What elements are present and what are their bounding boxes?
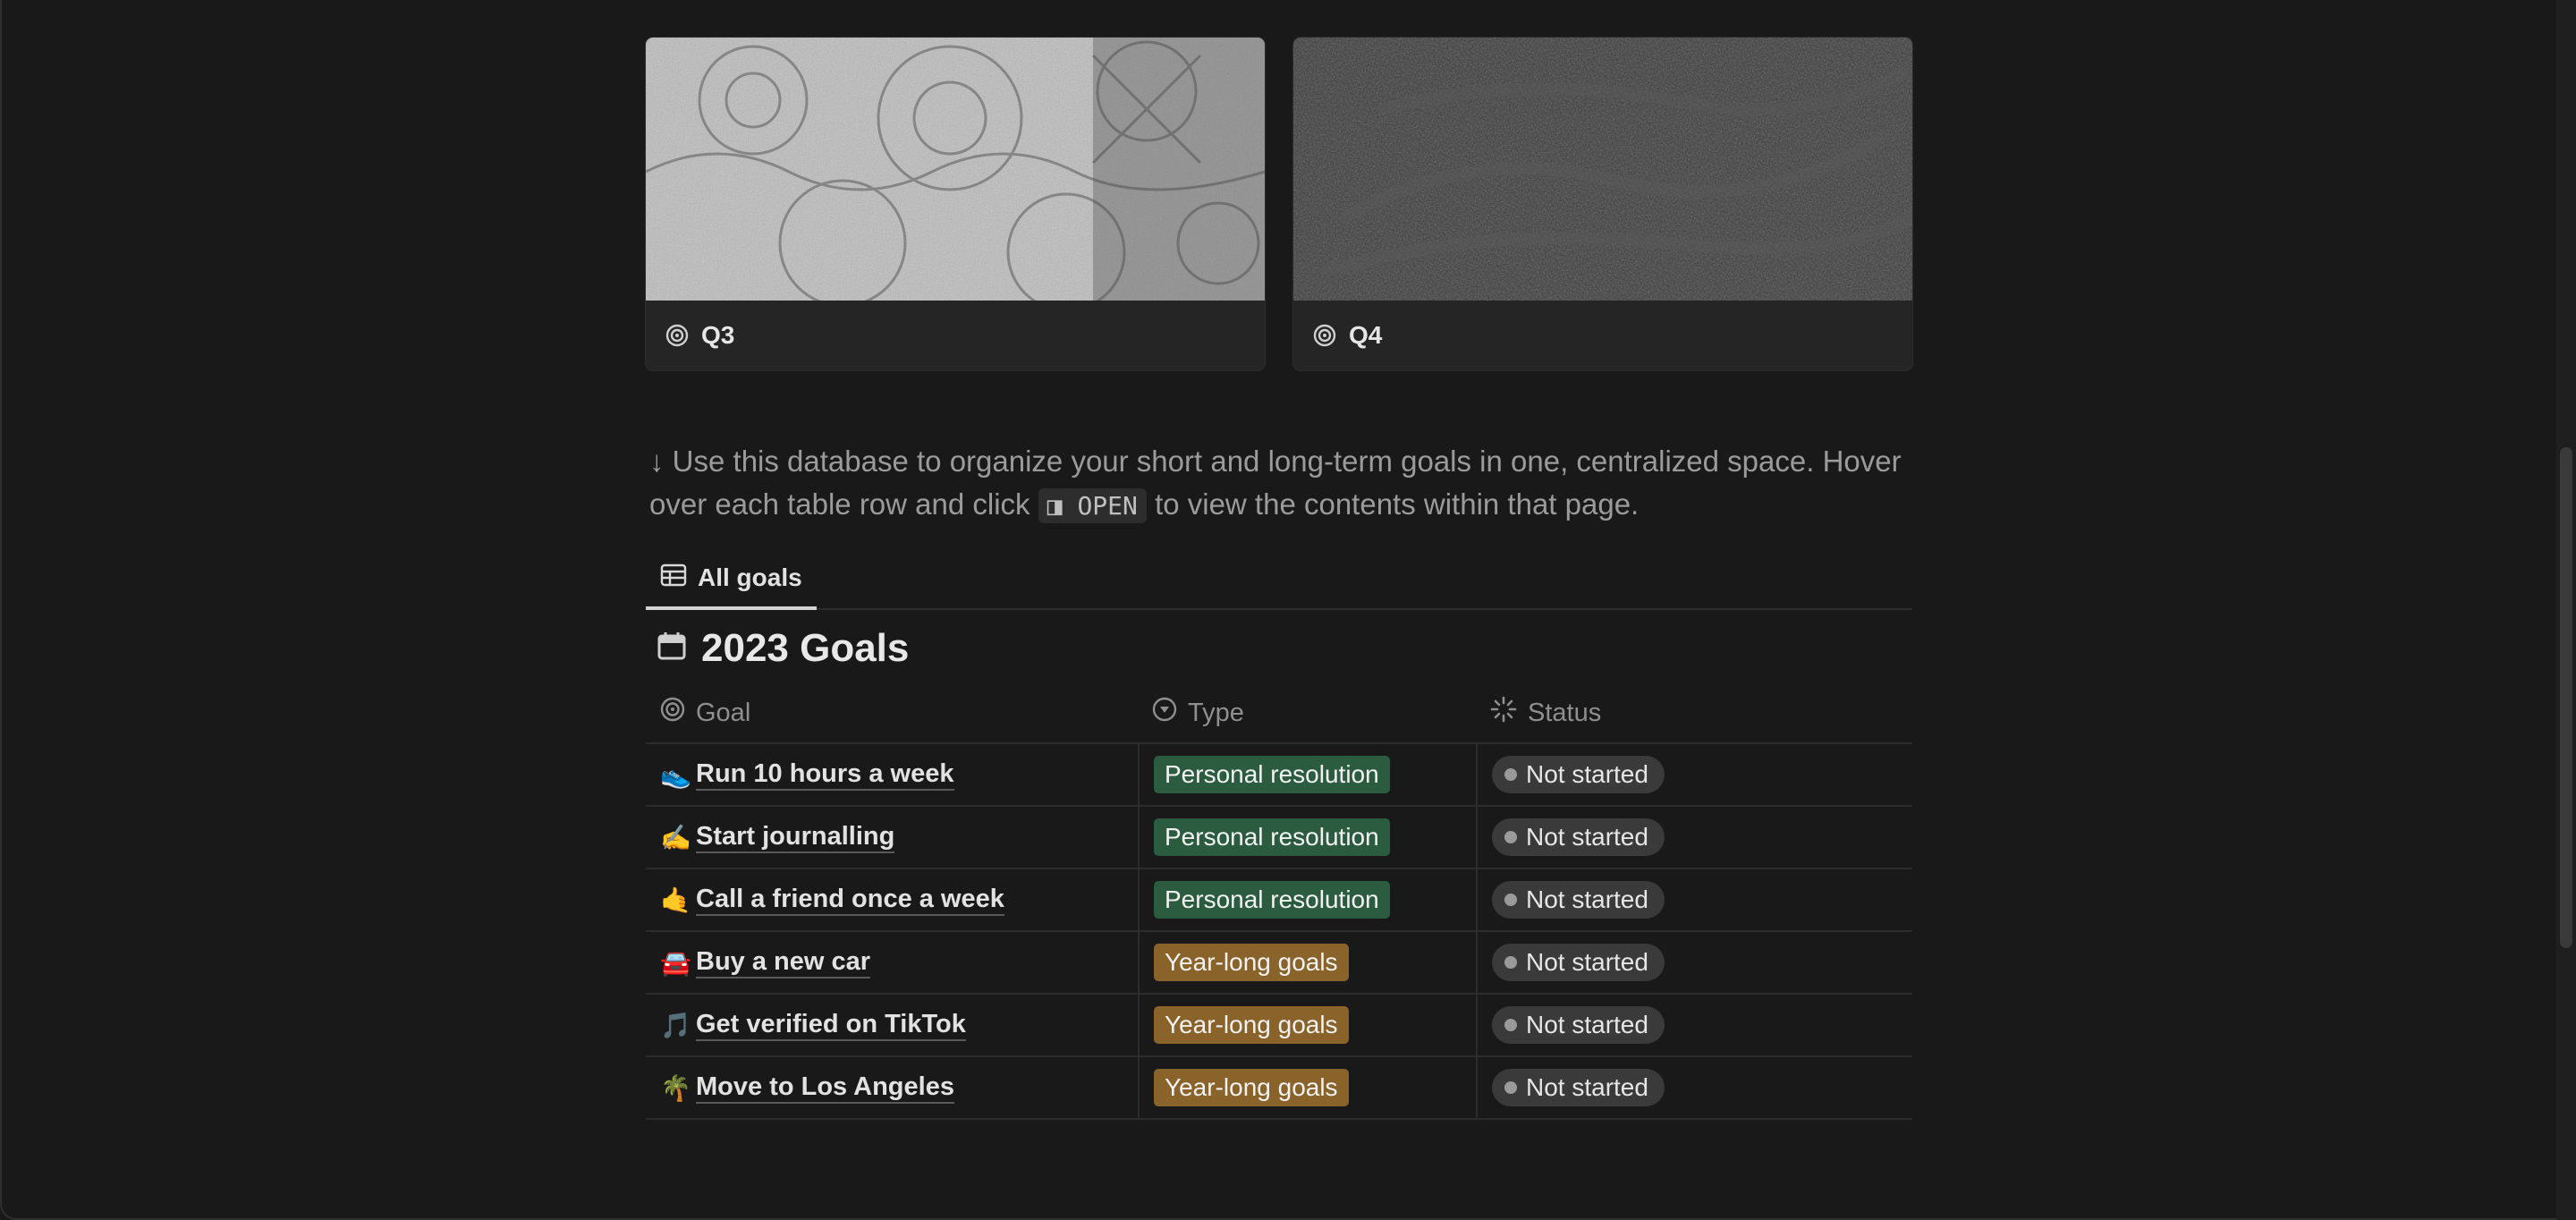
database-title-text: 2023 Goals <box>701 626 910 670</box>
table-row[interactable]: 🌴 Move to Los Angeles Year-long goals Not… <box>646 1057 1912 1120</box>
status-badge[interactable]: Not started <box>1492 1006 1665 1044</box>
column-header-goal[interactable]: Goal <box>646 683 1138 742</box>
status-label: Not started <box>1526 948 1648 976</box>
table-header: Goal Type Status <box>646 683 1912 744</box>
status-label: Not started <box>1526 885 1648 913</box>
database-title[interactable]: 2023 Goals <box>657 626 909 671</box>
status-icon <box>1490 696 1517 730</box>
goal-emoji: 🚘 <box>660 948 691 977</box>
status-badge[interactable]: Not started <box>1492 1069 1665 1106</box>
goal-emoji: 🤙 <box>660 885 691 914</box>
column-label: Type <box>1188 698 1244 727</box>
type-tag[interactable]: Personal resolution <box>1154 818 1390 856</box>
view-tabs: All goals <box>646 547 1912 610</box>
type-tag[interactable]: Personal resolution <box>1154 756 1390 793</box>
scrollbar[interactable] <box>2556 0 2576 1220</box>
status-dot <box>1504 831 1517 843</box>
column-header-type[interactable]: Type <box>1138 683 1476 742</box>
target-icon <box>1313 324 1336 347</box>
gallery-card-q4[interactable]: Q4 <box>1293 38 1912 370</box>
calendar-icon <box>657 626 687 671</box>
goal-title[interactable]: Get verified on TikTok <box>696 1009 966 1041</box>
arrow-down-icon: ↓ <box>649 445 665 478</box>
column-label: Goal <box>696 698 751 727</box>
column-header-status[interactable]: Status <box>1476 683 1912 742</box>
type-tag[interactable]: Year-long goals <box>1154 1069 1349 1106</box>
status-label: Not started <box>1526 823 1648 851</box>
goal-title[interactable]: Run 10 hours a week <box>696 758 954 791</box>
status-label: Not started <box>1526 1011 1648 1038</box>
card-cover-image <box>1293 38 1912 301</box>
status-dot <box>1504 894 1517 906</box>
target-icon <box>660 697 685 729</box>
card-title: Q3 <box>701 321 735 349</box>
goals-table: Goal Type Status 👟 Run 10 hours a week Pe… <box>646 683 1912 1120</box>
status-dot <box>1504 1081 1517 1094</box>
table-row[interactable]: 🎵 Get verified on TikTok Year-long goals … <box>646 995 1912 1057</box>
status-dot <box>1504 956 1517 969</box>
status-label: Not started <box>1526 1073 1648 1101</box>
goal-emoji: 🎵 <box>660 1011 691 1039</box>
tab-label: All goals <box>698 563 802 591</box>
type-tag[interactable]: Year-long goals <box>1154 944 1349 981</box>
card-title: Q4 <box>1349 321 1383 349</box>
tab-all-goals[interactable]: All goals <box>646 547 817 610</box>
column-label: Status <box>1528 698 1602 727</box>
select-icon <box>1152 697 1177 729</box>
type-tag[interactable]: Year-long goals <box>1154 1006 1349 1044</box>
goal-title[interactable]: Move to Los Angeles <box>696 1072 954 1104</box>
status-dot <box>1504 768 1517 781</box>
table-row[interactable]: 🤙 Call a friend once a week Personal reso… <box>646 869 1912 932</box>
goal-emoji: 👟 <box>660 760 691 789</box>
status-badge[interactable]: Not started <box>1492 818 1665 856</box>
status-badge[interactable]: Not started <box>1492 881 1665 919</box>
goal-emoji: ✍️ <box>660 823 691 851</box>
quarter-gallery: Q3 Q4 <box>646 38 1912 370</box>
goal-title[interactable]: Buy a new car <box>696 946 871 979</box>
status-badge[interactable]: Not started <box>1492 944 1665 981</box>
target-icon <box>665 324 689 347</box>
goal-emoji: 🌴 <box>660 1073 691 1102</box>
table-icon <box>660 563 687 593</box>
scrollbar-thumb[interactable] <box>2560 447 2572 948</box>
status-dot <box>1504 1019 1517 1031</box>
card-cover-image <box>646 38 1265 301</box>
table-row[interactable]: 🚘 Buy a new car Year-long goals Not start… <box>646 932 1912 995</box>
table-row[interactable]: ✍️ Start journalling Personal resolution … <box>646 807 1912 869</box>
status-label: Not started <box>1526 760 1648 788</box>
description-text-end: to view the contents within that page. <box>1155 487 1640 521</box>
table-row[interactable]: 👟 Run 10 hours a week Personal resolution… <box>646 744 1912 807</box>
gallery-card-q3[interactable]: Q3 <box>646 38 1265 370</box>
database-description: ↓ Use this database to organize your sho… <box>649 440 1911 528</box>
goal-title[interactable]: Start journalling <box>696 821 895 853</box>
type-tag[interactable]: Personal resolution <box>1154 881 1390 919</box>
status-badge[interactable]: Not started <box>1492 756 1665 793</box>
goal-title[interactable]: Call a friend once a week <box>696 884 1004 916</box>
open-code-snippet: ◨ OPEN <box>1038 488 1147 523</box>
